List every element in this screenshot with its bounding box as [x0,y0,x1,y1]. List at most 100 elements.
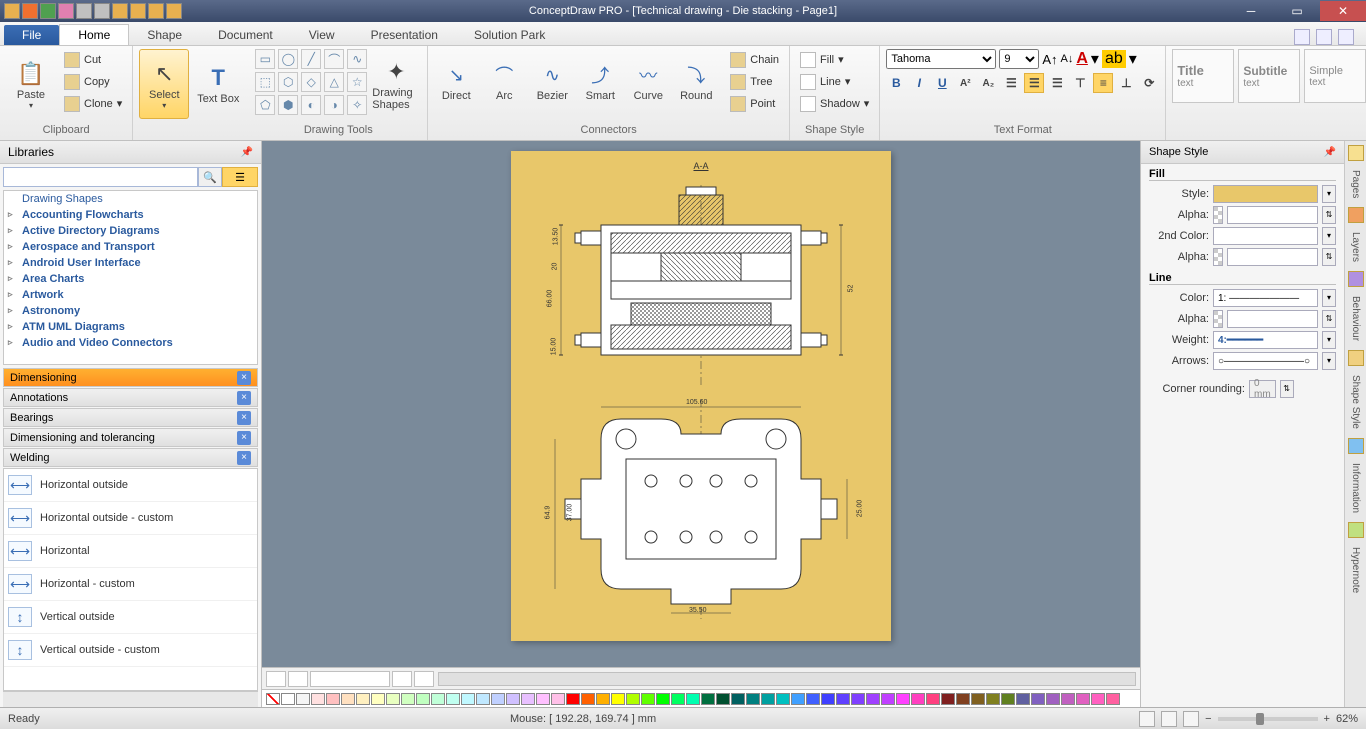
color-swatch[interactable] [731,693,745,705]
tool[interactable]: ⬢ [278,95,298,115]
title-style-1[interactable]: Titletext [1172,49,1234,103]
color-swatch[interactable] [611,693,625,705]
select-button[interactable]: ↖Select▾ [139,49,189,119]
alpha-slider[interactable] [1213,206,1223,224]
zoom-in-button[interactable]: + [1324,713,1330,725]
pages-tab[interactable]: Pages [1347,163,1364,205]
color-swatch[interactable] [911,693,925,705]
color-swatch[interactable] [506,693,520,705]
zoom-slider[interactable] [1218,717,1318,721]
tree-item[interactable]: Active Directory Diagrams [4,223,257,239]
hypernote-tab-icon[interactable] [1348,522,1364,538]
canvas-viewport[interactable]: A-A [262,141,1140,667]
qat-icon[interactable] [4,3,20,19]
section-tolerancing[interactable]: Dimensioning and tolerancing× [3,428,258,447]
italic-button[interactable]: I [909,73,929,93]
tab-shape[interactable]: Shape [129,25,200,45]
line-alpha-slider[interactable] [1213,310,1223,328]
line-button[interactable]: Line ▾ [796,71,873,92]
color-swatch[interactable] [896,693,910,705]
help-icon[interactable] [1294,29,1310,45]
align-right-button[interactable]: ☰ [1047,73,1067,93]
tab-view[interactable]: View [291,25,353,45]
dropdown-icon[interactable]: ▾ [1322,331,1336,349]
arrows-field[interactable]: ○————————○ [1213,352,1318,370]
color-swatch[interactable] [1106,693,1120,705]
alpha2-slider[interactable] [1213,248,1223,266]
zoom-out-button[interactable]: − [1205,713,1211,725]
title-style-2[interactable]: Subtitletext [1238,49,1300,103]
clone-button[interactable]: Clone ▾ [60,93,126,114]
line-alpha-track[interactable] [1227,310,1318,328]
tool[interactable]: △ [324,72,344,92]
arc-tool[interactable]: ⌒ [324,49,344,69]
color-swatch[interactable] [641,693,655,705]
color-swatch[interactable] [986,693,1000,705]
qat-icon[interactable] [40,3,56,19]
fill-style-field[interactable] [1213,185,1318,203]
connector-round[interactable]: ⤵Round [674,49,718,113]
underline-button[interactable]: U [932,73,952,93]
shape-item[interactable]: ↕Vertical outside [4,601,257,634]
dropdown-icon[interactable]: ▾ [1322,227,1336,245]
close-icon[interactable]: × [237,371,251,385]
tool[interactable]: ◑ [324,95,344,115]
tree-item[interactable]: Audio and Video Connectors [4,335,257,351]
tool[interactable]: ✧ [347,95,367,115]
tab-document[interactable]: Document [200,25,291,45]
line-tool[interactable]: ╱ [301,49,321,69]
maximize-button[interactable]: ▭ [1274,1,1320,21]
line-alpha-spin[interactable]: ⇅ [1322,310,1336,328]
tool[interactable]: ⬡ [278,72,298,92]
tree-item[interactable]: Aerospace and Transport [4,239,257,255]
tab-presentation[interactable]: Presentation [353,25,456,45]
color-swatch[interactable] [626,693,640,705]
tool[interactable]: ◐ [301,95,321,115]
tree-item[interactable]: ATM UML Diagrams [4,319,257,335]
color-swatch[interactable] [446,693,460,705]
section-dimensioning[interactable]: Dimensioning× [3,368,258,387]
pin-icon[interactable]: 📌 [241,147,253,158]
alpha2-spin[interactable]: ⇅ [1322,248,1336,266]
color-swatch[interactable] [356,693,370,705]
color-swatch[interactable] [671,693,685,705]
color-swatch[interactable] [551,693,565,705]
section-welding[interactable]: Welding× [3,448,258,467]
text-direction-button[interactable]: ⟳ [1139,73,1159,93]
color-swatch[interactable] [461,693,475,705]
close-icon[interactable]: × [237,391,251,405]
last-page-button[interactable] [414,671,434,687]
color-swatch[interactable] [566,693,580,705]
color-swatch[interactable] [536,693,550,705]
connector-smart[interactable]: ⤴Smart [578,49,622,113]
color-swatch[interactable] [296,693,310,705]
tree-item[interactable]: Drawing Shapes [4,191,257,207]
grow-font-icon[interactable]: A↑ [1042,52,1057,67]
shapestyle-tab-icon[interactable] [1348,350,1364,366]
paste-button[interactable]: 📋Paste▾ [6,49,56,119]
close-button[interactable]: ✕ [1320,1,1366,21]
align-center-button[interactable]: ☰ [1024,73,1044,93]
color-swatch[interactable] [1046,693,1060,705]
color-swatch[interactable] [956,693,970,705]
color-swatch[interactable] [386,693,400,705]
color-swatch[interactable] [806,693,820,705]
shape-item[interactable]: ⟷Horizontal - custom [4,568,257,601]
color2-field[interactable] [1213,227,1318,245]
shadow-button[interactable]: Shadow ▾ [796,93,873,114]
color-swatch[interactable] [311,693,325,705]
color-swatch[interactable] [716,693,730,705]
tab-home[interactable]: Home [59,24,129,45]
shape-item[interactable]: ⟷Horizontal outside [4,469,257,502]
align-left-button[interactable]: ☰ [1001,73,1021,93]
tool[interactable]: ☆ [347,72,367,92]
color-swatch[interactable] [686,693,700,705]
align-middle-button[interactable]: ≡ [1093,73,1113,93]
color-swatch[interactable] [1091,693,1105,705]
minimize-button[interactable]: ─ [1228,1,1274,21]
color-swatch[interactable] [401,693,415,705]
shapestyle-tab[interactable]: Shape Style [1347,368,1364,436]
collapse-ribbon-icon[interactable] [1338,29,1354,45]
drawing-shapes-button[interactable]: ✦Drawing Shapes [371,49,421,119]
tree-item[interactable]: Area Charts [4,271,257,287]
